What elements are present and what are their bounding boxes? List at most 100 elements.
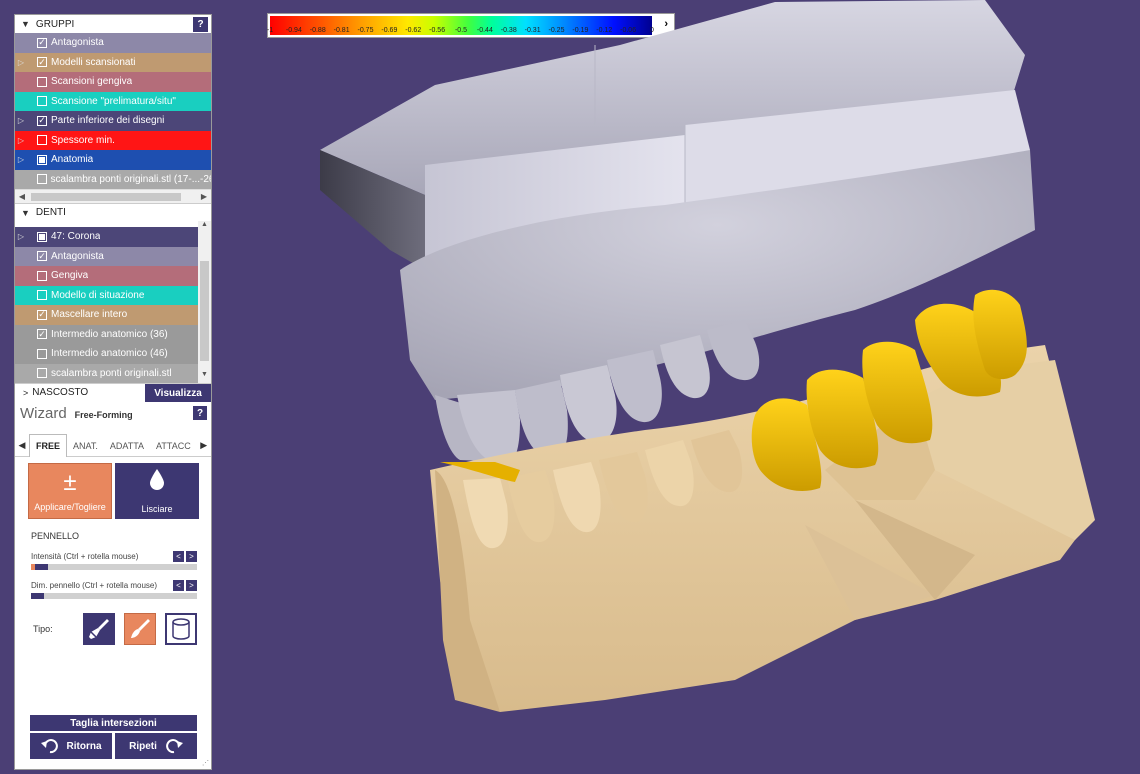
intensity-label: Intensità (Ctrl + rotella mouse): [31, 552, 139, 561]
tipo-group: Tipo:: [15, 599, 211, 645]
denti-vertical-scrollbar[interactable]: ▲ ▼: [198, 221, 211, 383]
list-item[interactable]: ✓ Intermedio anatomico (36): [15, 324, 199, 344]
list-item-label: scalambra ponti originali.stl (17-...-26…: [50, 173, 211, 185]
visibility-checkbox[interactable]: [37, 348, 47, 359]
gruppi-header[interactable]: ▼ GRUPPI ?: [15, 15, 211, 33]
expand-arrow-icon[interactable]: ▷: [15, 155, 27, 164]
visibility-checkbox[interactable]: ✓: [37, 57, 47, 68]
list-item[interactable]: ▷ Anatomia: [15, 150, 211, 170]
undo-icon: [40, 739, 58, 754]
denti-list: ▷ 47: Corona ✓ Antagonista Gengiva Modello di…: [15, 221, 211, 383]
cut-intersections-button[interactable]: Taglia intersezioni: [30, 715, 197, 731]
redo-label: Ripeti: [129, 740, 157, 752]
nascosto-label: NASCOSTO: [32, 387, 89, 398]
list-item[interactable]: Modello di situazione: [15, 285, 199, 305]
list-item[interactable]: ✓ Antagonista: [15, 33, 211, 53]
tab-anat[interactable]: ANAT.: [67, 435, 104, 457]
size-fill: [31, 593, 45, 599]
list-item[interactable]: ▷ Spessore min.: [15, 130, 211, 150]
list-item[interactable]: ▷ 47: Corona: [15, 227, 199, 247]
list-item-label: Mascellare intero: [51, 309, 128, 321]
list-item[interactable]: Scansione "prelimatura/situ": [15, 91, 211, 111]
wide-brush-button[interactable]: [83, 613, 115, 645]
left-panel: ▼ GRUPPI ? ✓ Antagonista ▷ ✓ Modelli scansio…: [14, 14, 212, 770]
scrollbar-thumb[interactable]: [200, 261, 209, 361]
scrollbar-thumb[interactable]: [31, 193, 181, 201]
resize-grip-icon[interactable]: ⋰: [202, 759, 209, 767]
nascosto-bar[interactable]: > NASCOSTO Visualizza: [15, 383, 211, 402]
smooth-button[interactable]: Lisciare: [115, 463, 199, 519]
tab-attacc[interactable]: ATTACC: [150, 435, 197, 457]
tab-scroll-right-icon[interactable]: ▶: [197, 440, 211, 451]
visibility-checkbox[interactable]: ✓: [37, 37, 47, 48]
visibility-checkbox[interactable]: [37, 290, 47, 301]
size-increase-button[interactable]: >: [186, 580, 197, 591]
expand-arrow-icon[interactable]: ▷: [15, 232, 27, 241]
apply-remove-button[interactable]: ± Applicare/Togliere: [28, 463, 112, 519]
visibility-checkbox[interactable]: [37, 76, 47, 87]
gruppi-horizontal-scrollbar[interactable]: ◀ ▶: [15, 189, 211, 203]
expand-arrow-icon[interactable]: ▷: [15, 116, 27, 125]
wide-brush-icon: [89, 619, 109, 639]
visibility-checkbox[interactable]: ✓: [37, 329, 47, 340]
chevron-right-icon[interactable]: >: [15, 388, 28, 398]
tab-scroll-left-icon[interactable]: ◀: [15, 440, 29, 451]
3d-viewport[interactable]: [215, 0, 1140, 774]
chevron-down-icon[interactable]: ▼: [21, 19, 30, 29]
visualizza-button[interactable]: Visualizza: [145, 384, 211, 402]
expand-arrow-icon[interactable]: ▷: [15, 58, 27, 67]
list-item[interactable]: ✓ Antagonista: [15, 246, 199, 266]
list-item[interactable]: ✓ Mascellare intero: [15, 305, 199, 325]
size-control: Dim. pennello (Ctrl + rotella mouse) < >: [15, 570, 211, 599]
visibility-checkbox[interactable]: ✓: [37, 115, 47, 126]
cylinder-brush-button[interactable]: [165, 613, 197, 645]
size-slider[interactable]: [31, 593, 197, 599]
tab-free[interactable]: FREE: [29, 434, 68, 457]
tab-adatta[interactable]: ADATTA: [104, 435, 150, 457]
visibility-checkbox[interactable]: [37, 154, 47, 165]
list-item[interactable]: Intermedio anatomico (46): [15, 344, 199, 364]
gruppi-help-button[interactable]: ?: [193, 17, 208, 32]
list-item-label: Modelli scansionati: [51, 56, 136, 68]
chevron-down-icon[interactable]: ▼: [21, 208, 30, 218]
gruppi-title: GRUPPI: [35, 18, 75, 30]
list-item-label: Antagonista: [51, 37, 104, 49]
visibility-checkbox[interactable]: ✓: [37, 309, 47, 320]
visibility-checkbox[interactable]: [37, 368, 47, 379]
size-decrease-button[interactable]: <: [173, 580, 184, 591]
intensity-slider[interactable]: [31, 564, 197, 570]
scroll-right-icon[interactable]: ▶: [197, 192, 211, 201]
size-label: Dim. pennello (Ctrl + rotella mouse): [31, 581, 158, 590]
list-item[interactable]: ▷ ✓ Parte inferiore dei disegni: [15, 111, 211, 131]
undo-button[interactable]: Ritorna: [30, 733, 112, 759]
visibility-checkbox[interactable]: [37, 270, 47, 281]
scroll-left-icon[interactable]: ◀: [15, 192, 29, 201]
intensity-decrease-button[interactable]: <: [173, 551, 184, 562]
intensity-increase-button[interactable]: >: [186, 551, 197, 562]
scroll-down-icon[interactable]: ▼: [198, 371, 211, 383]
visibility-checkbox[interactable]: [37, 135, 47, 146]
list-item[interactable]: ▷ ✓ Modelli scansionati: [15, 52, 211, 72]
scroll-up-icon[interactable]: ▲: [198, 221, 211, 233]
wizard-help-button[interactable]: ?: [193, 406, 207, 420]
fine-brush-icon: [131, 619, 150, 638]
list-item-label: Modello di situazione: [51, 289, 145, 301]
list-item[interactable]: scalambra ponti originali.stl: [15, 363, 199, 383]
list-item-label: Gengiva: [51, 270, 89, 282]
denti-header[interactable]: ▼ DENTI: [15, 203, 211, 221]
list-item[interactable]: Gengiva: [15, 266, 199, 286]
visibility-checkbox[interactable]: [36, 174, 47, 185]
fine-brush-button[interactable]: [124, 613, 156, 645]
expand-arrow-icon[interactable]: ▷: [15, 136, 27, 145]
visibility-checkbox[interactable]: [37, 96, 47, 107]
list-item[interactable]: scalambra ponti originali.stl (17-...-26…: [15, 169, 211, 189]
list-item-label: Intermedio anatomico (36): [51, 328, 168, 340]
visibility-checkbox[interactable]: ✓: [37, 251, 47, 262]
redo-button[interactable]: Ripeti: [115, 733, 197, 759]
visibility-checkbox[interactable]: [37, 231, 47, 242]
list-item-label: Parte inferiore dei disegni: [51, 115, 165, 127]
list-item-label: Scansioni gengiva: [51, 76, 133, 88]
list-item-label: Spessore min.: [51, 134, 115, 146]
list-item[interactable]: Scansioni gengiva: [15, 72, 211, 92]
wizard-title: Wizard: [20, 404, 67, 422]
